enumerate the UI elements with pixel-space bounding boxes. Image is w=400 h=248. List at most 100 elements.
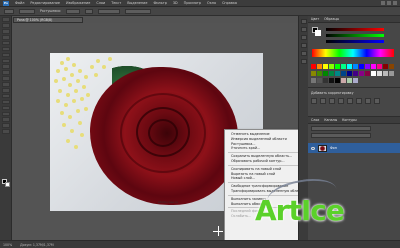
hand-tool-icon[interactable]	[1, 123, 10, 128]
color-swatch[interactable]	[323, 71, 328, 76]
color-swatch[interactable]	[389, 64, 394, 69]
exposure-adjust-icon[interactable]	[338, 98, 344, 104]
color-swatch[interactable]	[347, 78, 352, 83]
color-swatch[interactable]	[329, 78, 334, 83]
color-swatch[interactable]	[353, 64, 358, 69]
color-spectrum[interactable]	[312, 49, 394, 57]
color-swatch[interactable]	[311, 78, 316, 83]
black-white-adjust-icon[interactable]	[374, 98, 380, 104]
path-select-tool-icon[interactable]	[1, 111, 10, 117]
tab-swatches[interactable]: Образцы	[324, 17, 339, 21]
color-swatch[interactable]	[317, 78, 322, 83]
menu-view[interactable]: Просмотр	[184, 1, 201, 5]
color-swatch[interactable]	[365, 71, 370, 76]
history-panel-icon[interactable]	[300, 19, 307, 24]
marquee-tool-icon[interactable]	[1, 23, 10, 28]
color-swatch[interactable]	[347, 71, 352, 76]
lasso-tool-icon[interactable]	[1, 29, 10, 34]
blur-tool-icon[interactable]	[1, 87, 10, 93]
color-swatch[interactable]	[323, 78, 328, 83]
brush-panel-icon[interactable]	[300, 51, 307, 56]
color-swatch[interactable]	[353, 71, 358, 76]
layer-row[interactable]: Фон	[308, 143, 400, 153]
color-swatch[interactable]	[335, 64, 340, 69]
curves-adjust-icon[interactable]	[329, 98, 335, 104]
close-icon[interactable]	[393, 1, 397, 5]
maximize-icon[interactable]	[387, 1, 391, 5]
menu-type[interactable]: Текст	[111, 1, 121, 5]
color-swatch[interactable]	[347, 64, 352, 69]
actions-panel-icon[interactable]	[300, 27, 307, 32]
menu-help[interactable]: Справка	[222, 1, 237, 5]
properties-panel-icon[interactable]	[300, 35, 307, 40]
blue-slider[interactable]	[326, 40, 384, 43]
menu-file[interactable]: Файл	[15, 1, 24, 5]
minimize-icon[interactable]	[381, 1, 385, 5]
hue-saturation-adjust-icon[interactable]	[356, 98, 362, 104]
red-slider[interactable]	[326, 28, 384, 31]
menu-filter[interactable]: Фильтр	[153, 1, 166, 5]
color-swatch[interactable]	[317, 71, 322, 76]
layer-lock-buttons[interactable]	[311, 133, 371, 138]
tab-color[interactable]: Цвет	[311, 17, 319, 21]
color-swatch[interactable]	[365, 64, 370, 69]
color-swatch[interactable]	[371, 64, 376, 69]
color-swatch[interactable]	[335, 71, 340, 76]
feather-input[interactable]	[66, 8, 81, 14]
quick-select-tool-icon[interactable]	[1, 34, 10, 40]
color-swatch[interactable]	[353, 78, 358, 83]
color-swatch[interactable]	[377, 64, 382, 69]
style-select[interactable]	[98, 8, 121, 14]
color-swatch[interactable]	[389, 71, 394, 76]
tab-channels[interactable]: Каналы	[324, 118, 337, 122]
color-swatch[interactable]	[341, 78, 346, 83]
color-swatch[interactable]	[329, 71, 334, 76]
antialias-checkbox[interactable]	[85, 8, 94, 14]
brightness-adjust-icon[interactable]	[311, 98, 317, 104]
menu-window[interactable]: Окно	[207, 1, 216, 5]
levels-adjust-icon[interactable]	[320, 98, 326, 104]
color-swatch[interactable]	[311, 64, 316, 69]
color-swatch[interactable]	[335, 78, 340, 83]
refine-edge-button[interactable]	[125, 8, 152, 14]
menu-3d[interactable]: 3D	[173, 1, 178, 5]
menu-edit[interactable]: Редактирование	[30, 1, 60, 5]
color-swatch[interactable]	[311, 71, 316, 76]
eyedropper-tool-icon[interactable]	[1, 46, 10, 52]
color-swatch[interactable]	[359, 71, 364, 76]
color-swatch[interactable]	[329, 64, 334, 69]
brush-tool-icon[interactable]	[1, 58, 10, 64]
color-swatch[interactable]	[371, 71, 376, 76]
character-panel-icon[interactable]	[300, 59, 307, 64]
document-tab[interactable]: Роза @ 100% (RGB/8)	[13, 17, 83, 23]
color-swatch[interactable]	[383, 64, 388, 69]
dodge-tool-icon[interactable]	[1, 93, 10, 99]
eye-icon[interactable]	[311, 146, 315, 150]
healing-brush-tool-icon[interactable]	[1, 52, 10, 58]
move-tool-icon[interactable]	[1, 17, 10, 22]
color-swatch[interactable]	[323, 64, 328, 69]
zoom-level[interactable]: 100%	[3, 243, 12, 247]
crop-tool-icon[interactable]	[1, 40, 10, 46]
tab-paths[interactable]: Контуры	[342, 118, 357, 122]
pen-tool-icon[interactable]	[1, 99, 10, 105]
tool-preset-picker[interactable]	[4, 8, 14, 14]
clone-stamp-tool-icon[interactable]	[1, 64, 10, 70]
color-swatch[interactable]	[317, 64, 322, 69]
menu-layers[interactable]: Слои	[96, 1, 105, 5]
menu-image[interactable]: Изображение	[66, 1, 90, 5]
color-swatch[interactable]	[359, 64, 364, 69]
panel-background-swatch[interactable]	[315, 30, 321, 36]
green-slider[interactable]	[326, 34, 384, 37]
zoom-tool-icon[interactable]	[1, 129, 10, 134]
type-tool-icon[interactable]	[1, 105, 10, 111]
vibrance-adjust-icon[interactable]	[347, 98, 353, 104]
color-swatch[interactable]	[383, 71, 388, 76]
menu-select[interactable]: Выделение	[127, 1, 147, 5]
history-brush-tool-icon[interactable]	[1, 70, 10, 75]
shape-tool-icon[interactable]	[1, 117, 10, 123]
blend-mode-select[interactable]	[311, 126, 371, 131]
color-swatch[interactable]	[341, 64, 346, 69]
eraser-tool-icon[interactable]	[1, 76, 10, 81]
gradient-tool-icon[interactable]	[1, 82, 10, 87]
